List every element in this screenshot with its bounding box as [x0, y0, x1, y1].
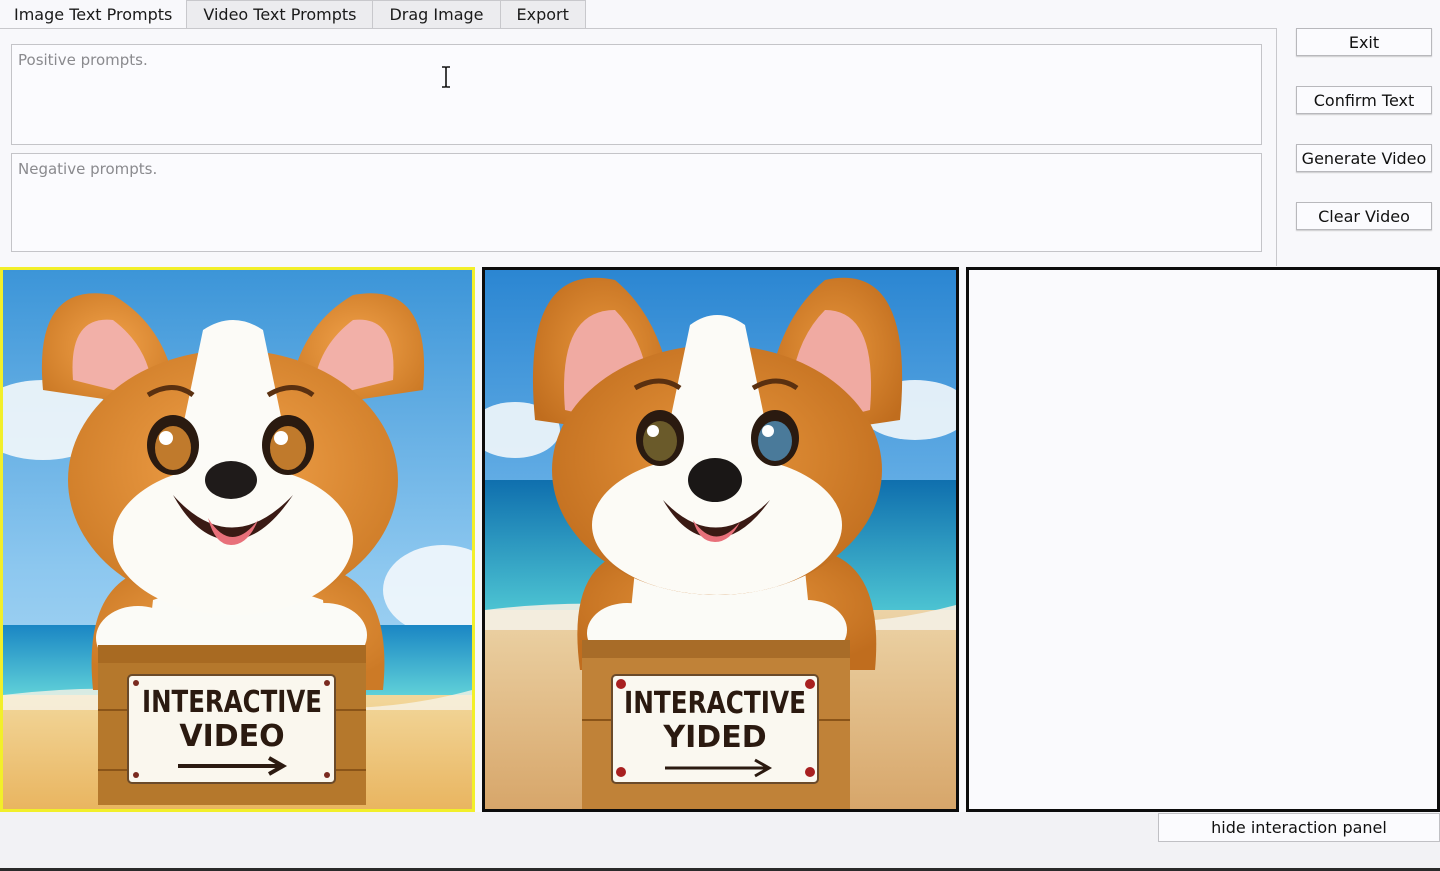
- interactive-video-app: Image Text Prompts Video Text Prompts Dr…: [0, 0, 1440, 871]
- confirm-text-button[interactable]: Confirm Text: [1296, 86, 1432, 114]
- generate-video-button[interactable]: Generate Video: [1296, 144, 1432, 172]
- positive-prompts-input[interactable]: [11, 44, 1262, 145]
- i-beam-cursor-icon: [442, 66, 450, 88]
- sign-line-1: INTERACTIVE: [624, 686, 806, 721]
- negative-prompts-input[interactable]: [11, 153, 1262, 252]
- sign-line-1: INTERACTIVE: [142, 685, 322, 720]
- tab-bar: Image Text Prompts Video Text Prompts Dr…: [0, 0, 586, 29]
- tab-drag-image[interactable]: Drag Image: [372, 0, 501, 29]
- tab-image-text-prompts[interactable]: Image Text Prompts: [0, 0, 188, 29]
- sign-line-2: VIDEO: [179, 719, 284, 754]
- output-video-frame[interactable]: [966, 267, 1440, 812]
- image-text-prompts-panel: [0, 28, 1277, 266]
- exit-button[interactable]: Exit: [1296, 28, 1432, 56]
- tab-export[interactable]: Export: [499, 0, 586, 29]
- tab-video-text-prompts[interactable]: Video Text Prompts: [186, 0, 374, 29]
- corgi-generated-image: INTERACTIVE YIDED: [485, 270, 956, 809]
- generated-frame[interactable]: INTERACTIVE YIDED: [482, 267, 959, 812]
- clear-video-button[interactable]: Clear Video: [1296, 202, 1432, 230]
- corgi-sign-image: INTERACTIVE VIDEO: [3, 270, 472, 809]
- sign-line-2: YIDED: [662, 720, 766, 755]
- input-image-frame[interactable]: INTERACTIVE VIDEO: [0, 267, 475, 812]
- hide-interaction-panel-button[interactable]: hide interaction panel: [1158, 813, 1440, 842]
